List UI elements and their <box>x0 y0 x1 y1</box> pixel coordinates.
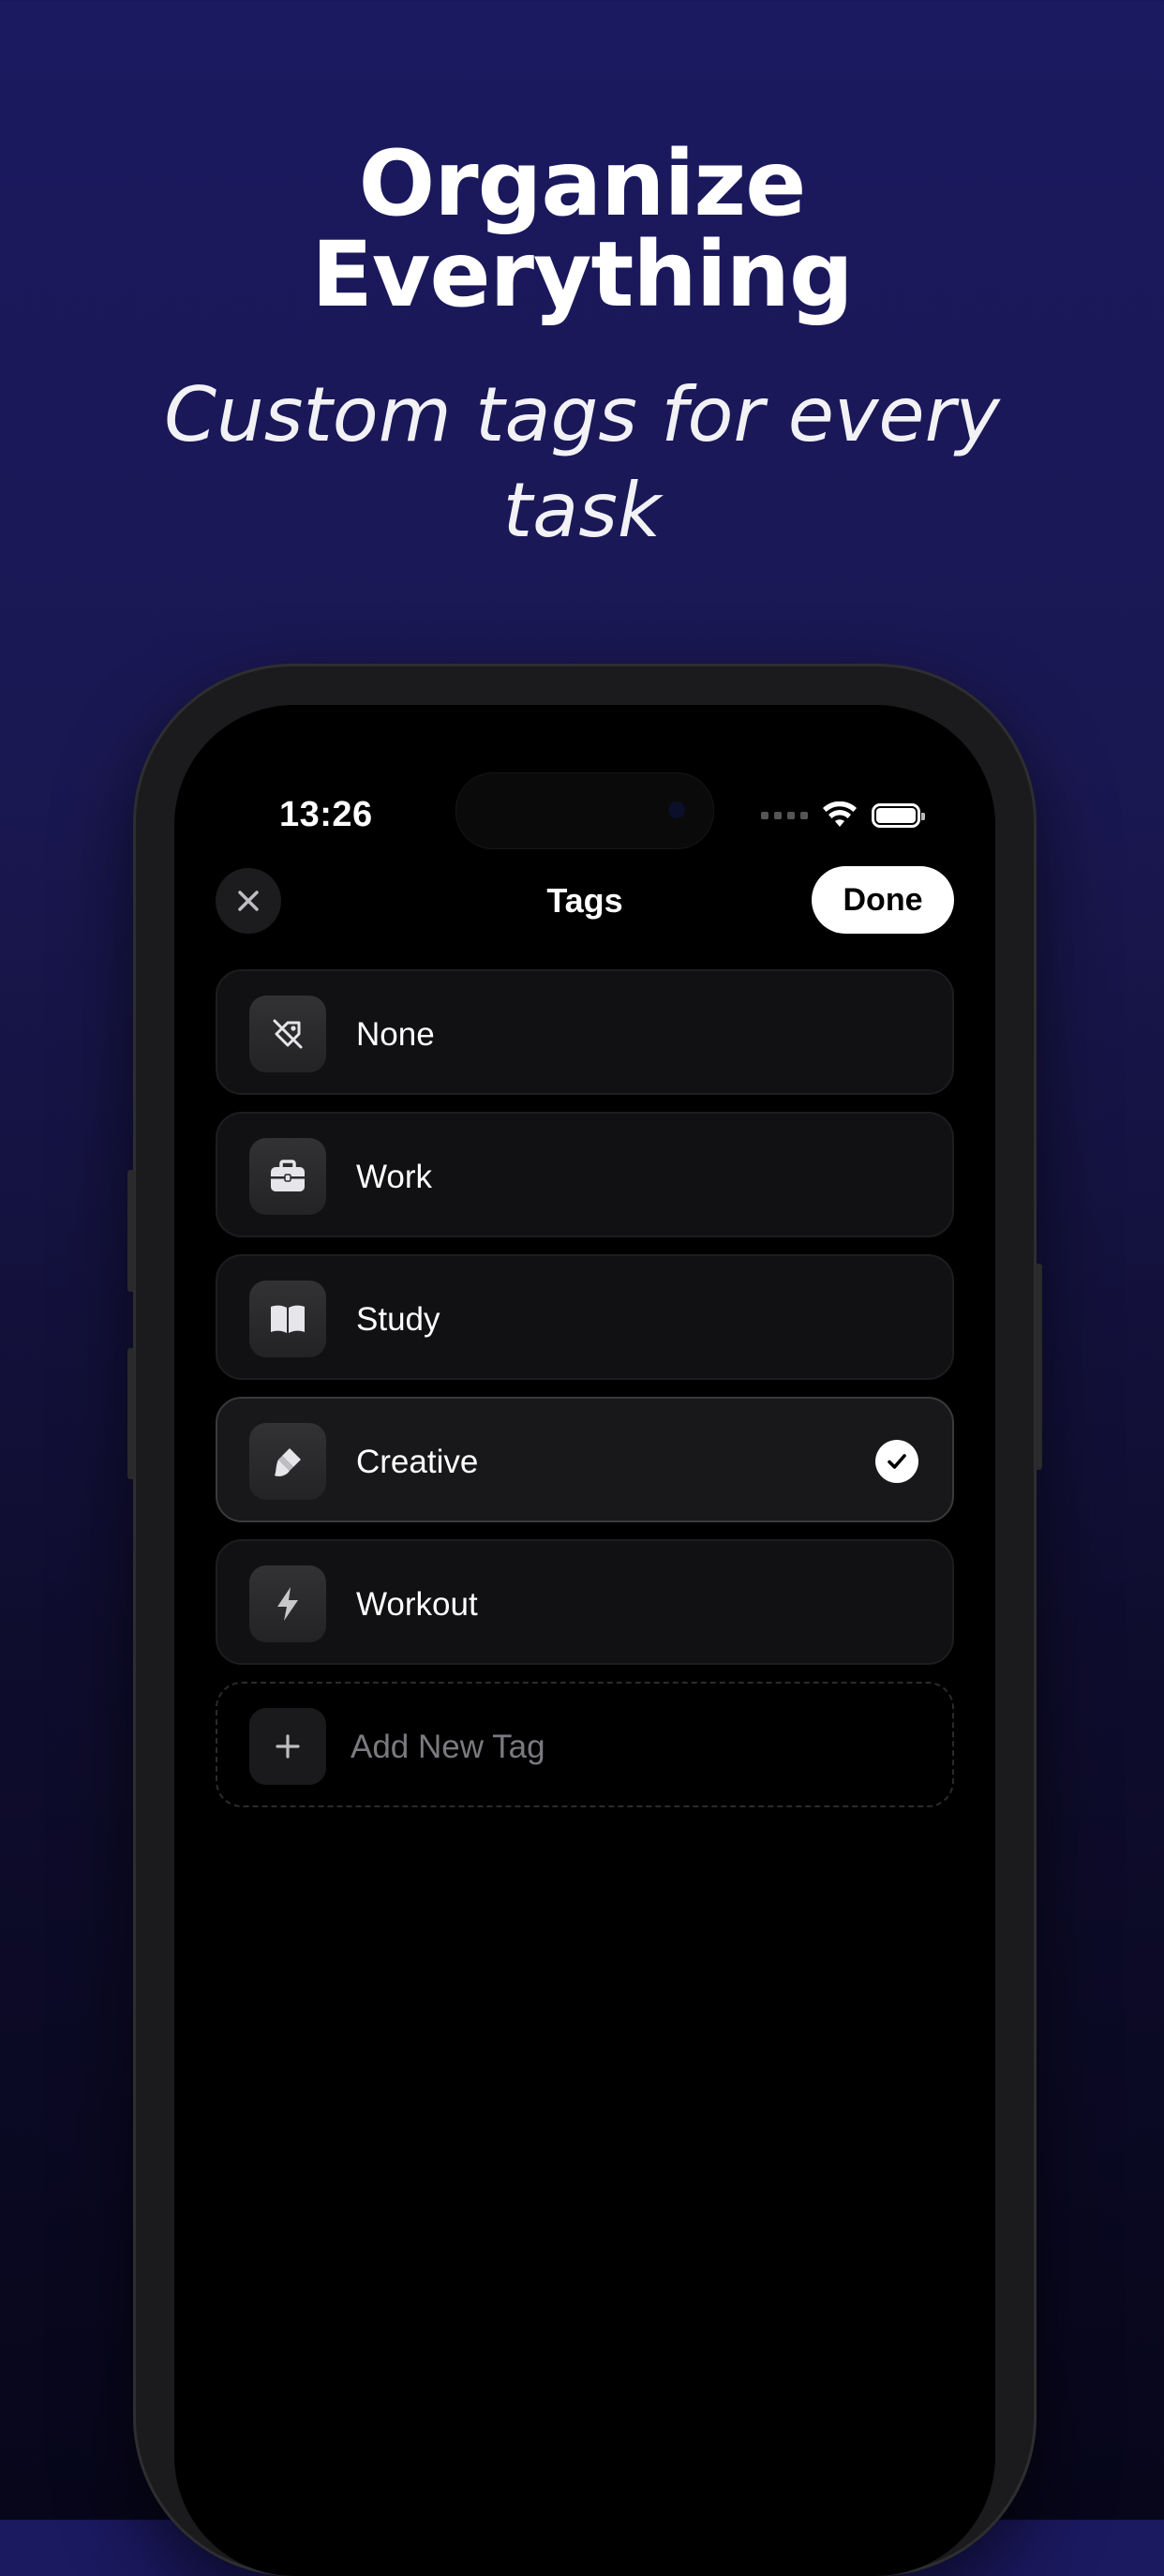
status-bar: 13:26 <box>174 705 995 849</box>
volume-down-button <box>127 1348 135 1479</box>
nav-bar: Tags Done <box>174 862 995 937</box>
paintbrush-icon <box>249 1423 326 1500</box>
tag-row-workout[interactable]: Workout <box>216 1539 954 1665</box>
hero-title: Organize Everything <box>0 139 1164 321</box>
status-icons <box>761 797 925 834</box>
done-button[interactable]: Done <box>812 866 954 934</box>
add-new-tag-button[interactable]: Add New Tag <box>216 1682 954 1807</box>
tag-row-study[interactable]: Study <box>216 1254 954 1380</box>
tag-list: None Work Study Creative Workout Add New… <box>216 969 954 1807</box>
hero-title-line-1: Organize <box>358 131 807 236</box>
hero-subtitle: Custom tags for every task <box>112 367 1052 559</box>
briefcase-icon <box>249 1138 326 1215</box>
battery-icon <box>872 803 925 828</box>
tag-label: Creative <box>356 1444 479 1480</box>
add-new-tag-label: Add New Tag <box>351 1729 545 1765</box>
dynamic-island <box>455 772 714 849</box>
hero-title-line-2: Everything <box>311 222 853 327</box>
hero-subtitle-line-1: Custom tags for every <box>164 371 1000 458</box>
tag-slash-icon <box>249 996 326 1072</box>
phone-screen: 13:26 Tags Done None Work Study Creative… <box>174 705 995 2576</box>
tag-row-work[interactable]: Work <box>216 1112 954 1237</box>
book-icon <box>249 1281 326 1357</box>
wifi-icon <box>823 801 857 827</box>
tag-row-none[interactable]: None <box>216 969 954 1095</box>
tag-label: Work <box>356 1159 433 1195</box>
phone-frame: 13:26 Tags Done None Work Study Creative… <box>127 664 1042 2576</box>
checkmark-icon <box>875 1440 918 1483</box>
bolt-icon <box>249 1565 326 1642</box>
tag-label: Study <box>356 1301 440 1338</box>
camera-dot <box>668 801 685 818</box>
tag-row-creative[interactable]: Creative <box>216 1397 954 1522</box>
status-time: 13:26 <box>279 795 373 834</box>
mute-switch <box>127 1170 135 1292</box>
signal-icon <box>761 812 808 819</box>
tag-label: None <box>356 1016 435 1053</box>
hero-subtitle-line-2: task <box>502 467 662 554</box>
power-button <box>1035 1264 1042 1470</box>
tag-label: Workout <box>356 1586 478 1623</box>
plus-icon <box>249 1708 326 1785</box>
